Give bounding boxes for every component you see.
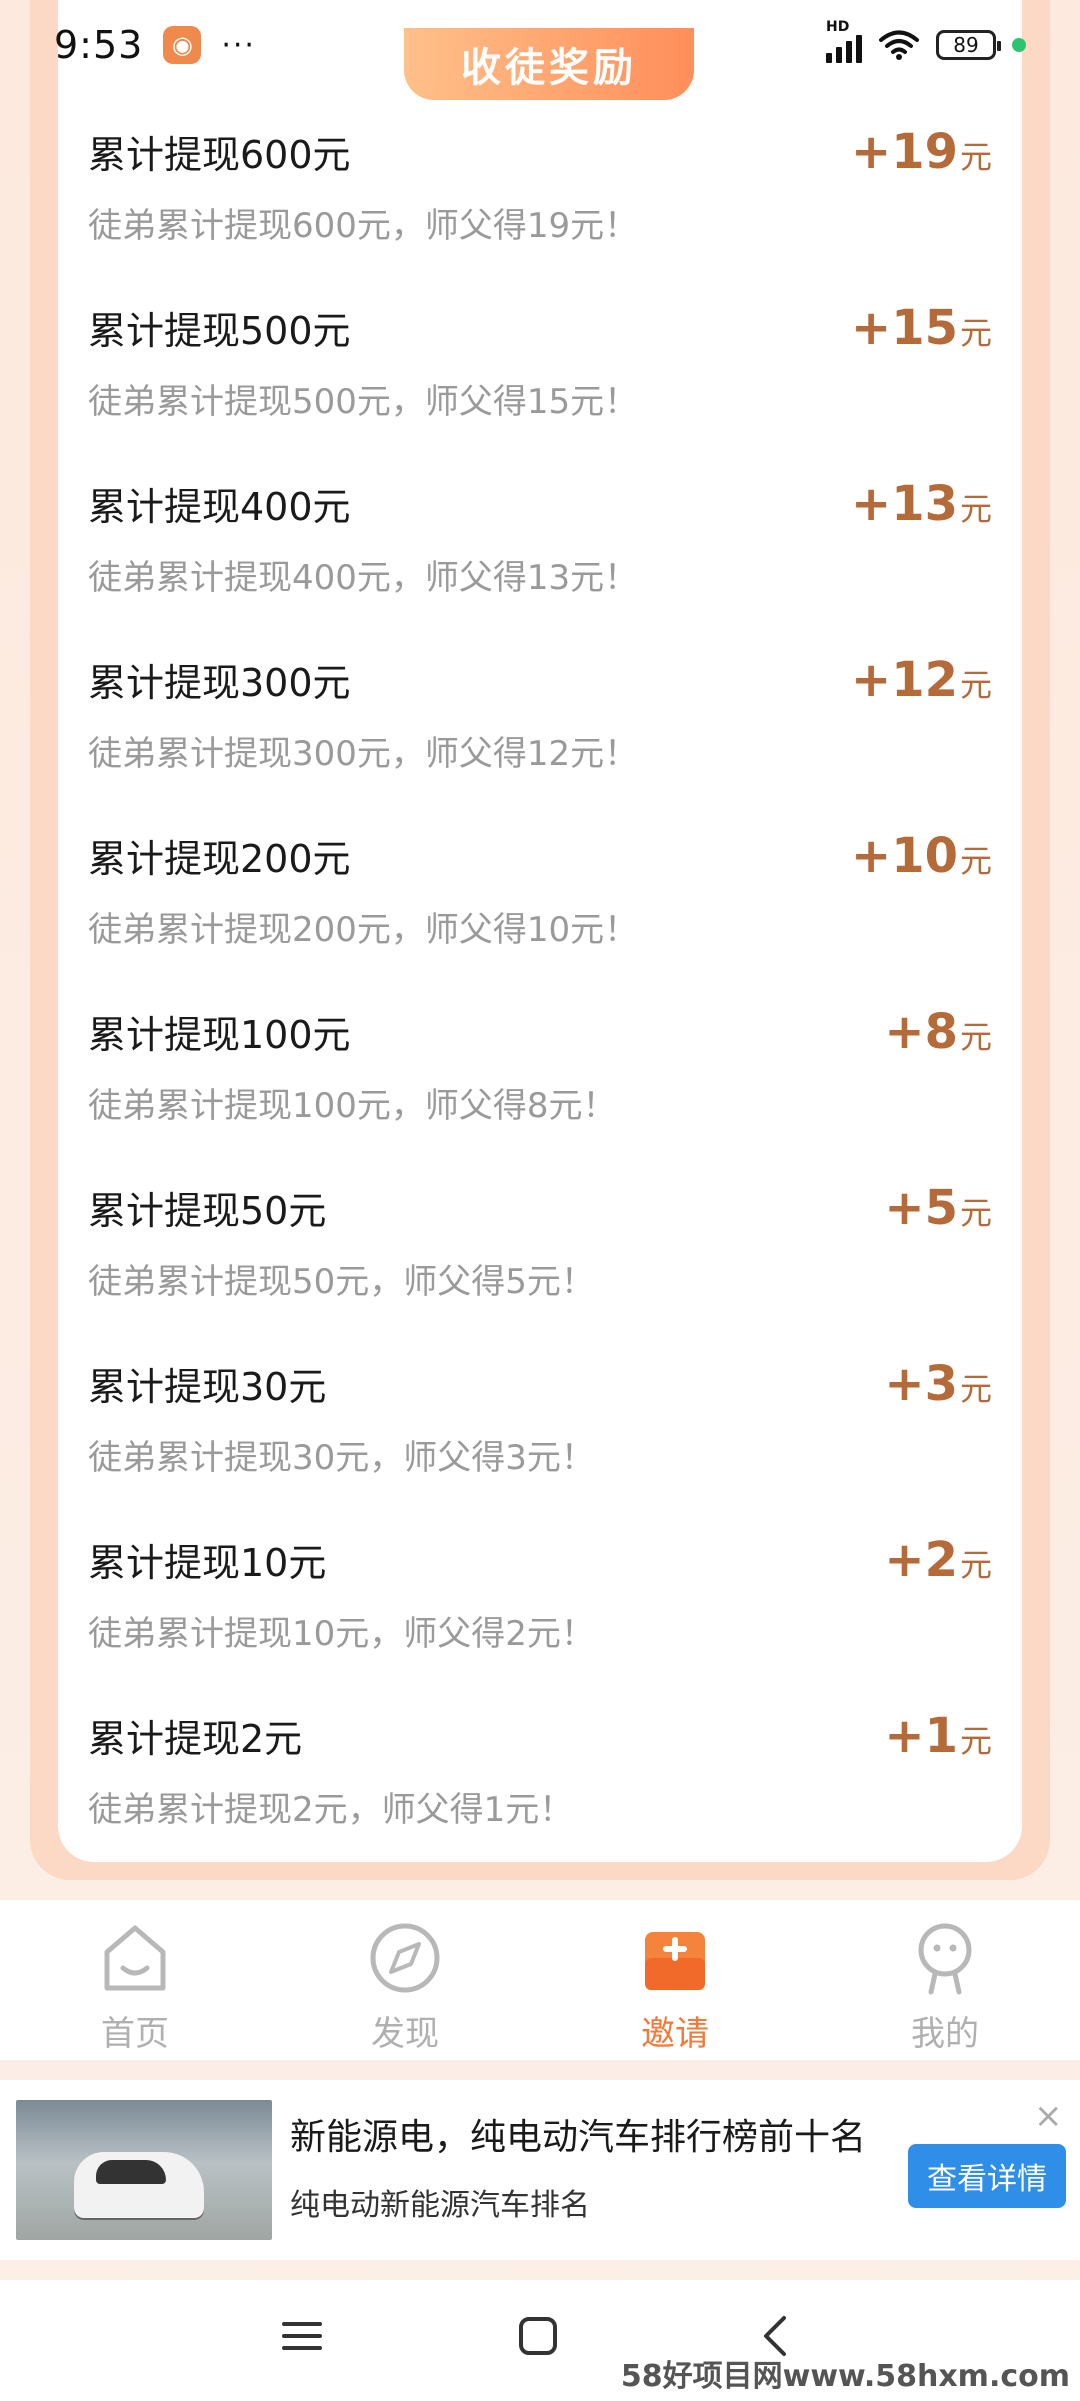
menu-icon[interactable] — [280, 2314, 324, 2358]
reward-row: 累计提现30元 徒弟累计提现30元，师父得3元！ +3 元 — [58, 1344, 1022, 1520]
page: 9:53 ◉ ··· HD 89 收徒奖励 累计提现600元 徒弟累计提现600… — [0, 0, 1080, 2401]
nav-label-profile: 我的 — [911, 2014, 979, 2054]
nav-label-invite: 邀请 — [641, 2014, 709, 2054]
reward-amount: +3 元 — [884, 1356, 992, 1412]
home-icon — [104, 1925, 166, 1991]
reward-description: 徒弟累计提现2元，师父得1元！ — [88, 1790, 574, 1830]
reward-title: 累计提现100元 — [88, 1013, 351, 1057]
signal-icon: HD — [826, 19, 862, 63]
reward-amount: +13 元 — [851, 476, 992, 532]
reward-description: 徒弟累计提现400元，师父得13元！ — [88, 558, 639, 598]
reward-amount-value: +12 — [850, 652, 958, 708]
reward-amount: +19 元 — [851, 124, 992, 180]
battery-icon: 89 — [936, 30, 1001, 60]
status-right: HD 89 — [826, 19, 1026, 63]
network-type: HD — [826, 19, 850, 35]
reward-list: 累计提现600元 徒弟累计提现600元，师父得19元！ +19 元 累计提现50… — [58, 112, 1022, 1862]
reward-amount-value: +10 — [850, 828, 958, 884]
system-nav-bar: 58好项目网www.58hxm.com — [0, 2280, 1080, 2401]
ad-title[interactable]: 新能源电，纯电动汽车排行榜前十名 — [290, 2108, 866, 2160]
reward-amount: +1 元 — [884, 1708, 992, 1764]
reward-badge: 收徒奖励 — [404, 28, 694, 100]
reward-description: 徒弟累计提现10元，师父得2元！ — [88, 1614, 595, 1654]
app-notification-icon: ◉ — [163, 26, 202, 64]
reward-amount: +15 元 — [851, 300, 992, 356]
reward-description: 徒弟累计提现50元，师父得5元！ — [88, 1262, 595, 1302]
reward-title: 累计提现600元 — [88, 133, 351, 177]
reward-row: 累计提现50元 徒弟累计提现50元，师父得5元！ +5 元 — [58, 1168, 1022, 1344]
reward-row: 累计提现10元 徒弟累计提现10元，师父得2元！ +2 元 — [58, 1520, 1022, 1696]
reward-amount-unit: 元 — [959, 1546, 992, 1584]
reward-amount-unit: 元 — [959, 666, 992, 704]
ad-banner[interactable]: 新能源电，纯电动汽车排行榜前十名 纯电动新能源汽车排名 查看详情 × — [0, 2080, 1080, 2260]
reward-row: 累计提现500元 徒弟累计提现500元，师父得15元！ +15 元 — [58, 288, 1022, 464]
reward-card: 累计提现600元 徒弟累计提现600元，师父得19元！ +19 元 累计提现50… — [58, 0, 1022, 1862]
view-details-button[interactable]: 查看详情 — [908, 2144, 1066, 2208]
reward-amount: +8 元 — [884, 1004, 992, 1060]
reward-title: 累计提现10元 — [88, 1541, 327, 1585]
nav-label-discover: 发现 — [371, 2014, 439, 2054]
reward-amount-value: +13 — [850, 476, 958, 532]
reward-description: 徒弟累计提现30元，师父得3元！ — [88, 1438, 595, 1478]
reward-amount: +12 元 — [851, 652, 992, 708]
nav-item-discover[interactable]: 发现 — [270, 1900, 540, 2060]
reward-amount-unit: 元 — [959, 138, 992, 176]
reward-row: 累计提现2元 徒弟累计提现2元，师父得1元！ +1 元 — [58, 1696, 1022, 1862]
reward-description: 徒弟累计提现500元，师父得15元！ — [88, 382, 639, 422]
reward-title: 累计提现30元 — [88, 1365, 327, 1409]
reward-title: 累计提现500元 — [88, 309, 351, 353]
reward-amount-unit: 元 — [959, 1722, 992, 1760]
nav-item-profile[interactable]: 我的 — [810, 1900, 1080, 2060]
reward-row: 累计提现300元 徒弟累计提现300元，师父得12元！ +12 元 — [58, 640, 1022, 816]
nav-item-home[interactable]: 首页 — [0, 1900, 270, 2060]
reward-description: 徒弟累计提现300元，师父得12元！ — [88, 734, 639, 774]
reward-amount-value: +8 — [884, 1004, 958, 1060]
reward-title: 累计提现2元 — [88, 1717, 303, 1761]
reward-description: 徒弟累计提现100元，师父得8元！ — [88, 1086, 617, 1126]
reward-title: 累计提现200元 — [88, 837, 351, 881]
reward-amount-unit: 元 — [959, 1194, 992, 1232]
reward-row: 累计提现600元 徒弟累计提现600元，师父得19元！ +19 元 — [58, 112, 1022, 288]
car-image-icon — [74, 2152, 204, 2218]
reward-amount-unit: 元 — [959, 1370, 992, 1408]
reward-amount-value: +15 — [850, 300, 958, 356]
ad-image[interactable] — [16, 2100, 272, 2240]
reward-amount-value: +2 — [884, 1532, 958, 1588]
reward-amount-unit: 元 — [959, 314, 992, 352]
profile-icon — [918, 1923, 972, 1995]
reward-description: 徒弟累计提现600元，师父得19元！ — [88, 206, 639, 246]
reward-amount-value: +3 — [884, 1356, 958, 1412]
battery-level: 89 — [953, 33, 979, 57]
wifi-icon — [879, 30, 919, 60]
invite-icon — [645, 1932, 705, 1990]
ad-subtitle[interactable]: 纯电动新能源汽车排名 — [290, 2180, 590, 2224]
reward-title: 累计提现50元 — [88, 1189, 327, 1233]
close-icon[interactable]: × — [1034, 2096, 1063, 2136]
reward-description: 徒弟累计提现200元，师父得10元！ — [88, 910, 639, 950]
compass-icon — [370, 1923, 440, 1993]
reward-title: 累计提现400元 — [88, 485, 351, 529]
watermark: 58好项目网www.58hxm.com — [620, 2359, 1070, 2394]
reward-amount-value: +19 — [850, 124, 958, 180]
reward-row: 累计提现100元 徒弟累计提现100元，师父得8元！ +8 元 — [58, 992, 1022, 1168]
nav-item-invite[interactable]: 邀请 — [540, 1900, 810, 2060]
home-button-icon[interactable] — [516, 2314, 560, 2358]
reward-amount-value: +5 — [884, 1180, 958, 1236]
reward-amount: +2 元 — [884, 1532, 992, 1588]
privacy-indicator-icon — [1012, 38, 1026, 52]
status-time: 9:53 — [54, 23, 144, 67]
reward-amount-unit: 元 — [959, 1018, 992, 1056]
reward-row: 累计提现200元 徒弟累计提现200元，师父得10元！ +10 元 — [58, 816, 1022, 992]
reward-title: 累计提现300元 — [88, 661, 351, 705]
reward-amount: +5 元 — [884, 1180, 992, 1236]
reward-amount: +10 元 — [851, 828, 992, 884]
reward-amount-unit: 元 — [959, 842, 992, 880]
reward-amount-unit: 元 — [959, 490, 992, 528]
reward-row: 累计提现400元 徒弟累计提现400元，师父得13元！ +13 元 — [58, 464, 1022, 640]
reward-amount-value: +1 — [884, 1708, 958, 1764]
nav-label-home: 首页 — [101, 2014, 169, 2054]
status-left: 9:53 ◉ ··· — [54, 23, 256, 67]
bottom-nav: 首页 发现 邀请 我的 — [0, 1900, 1080, 2060]
more-notifications-icon: ··· — [221, 27, 256, 63]
